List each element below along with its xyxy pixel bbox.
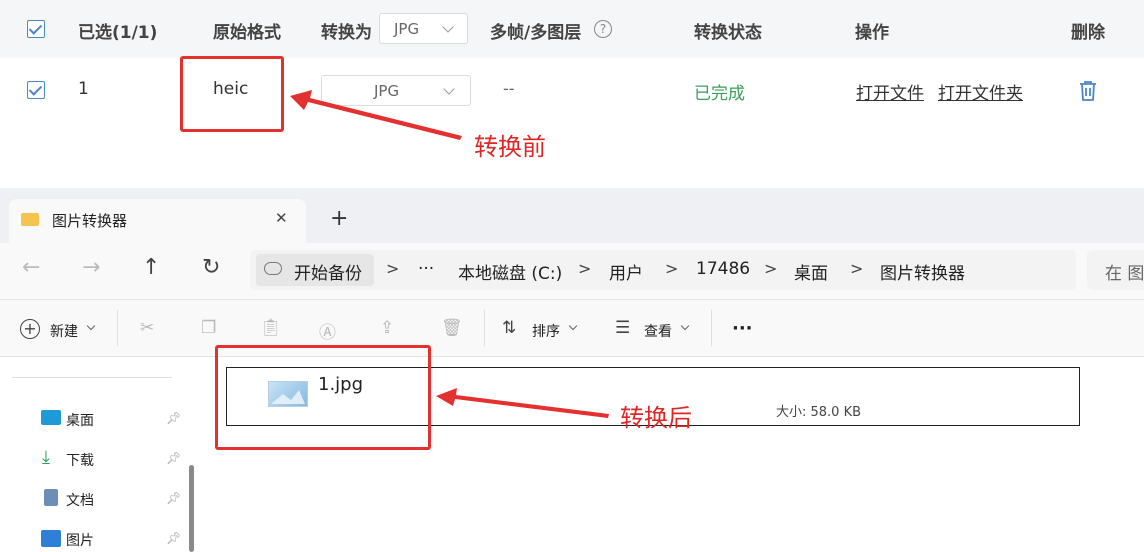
crumb-users[interactable]: 用户 [609, 259, 643, 284]
toolbar-divider [117, 310, 118, 346]
open-folder-link[interactable]: 打开文件夹 [938, 79, 1023, 104]
header-selected: 已选(1/1) [78, 23, 158, 43]
header-convert-to: 转换为 [321, 23, 372, 43]
view-button[interactable]: 查看 [644, 321, 672, 341]
share-icon[interactable]: ⇪ [380, 318, 394, 338]
tab-title: 图片转换器 [52, 212, 128, 230]
close-tab-icon[interactable]: ✕ [275, 209, 288, 227]
desktop-icon [41, 410, 61, 425]
cut-icon[interactable]: ✂ [140, 318, 154, 338]
sidebar-item-downloads[interactable]: 下载 [66, 450, 94, 470]
crumb-separator: > [850, 259, 864, 278]
row-status: 已完成 [694, 84, 745, 104]
after-arrow [436, 388, 609, 418]
more-options-icon[interactable]: ··· [732, 318, 753, 339]
back-icon[interactable]: ← [22, 255, 40, 280]
crumb-desktop[interactable]: 桌面 [794, 259, 828, 284]
help-icon[interactable]: ? [594, 20, 612, 38]
crumb-separator: > [665, 259, 679, 278]
header-original-format: 原始格式 [213, 23, 281, 43]
sidebar-item-documents[interactable]: 文档 [66, 490, 94, 510]
converter-file-row [0, 58, 1144, 188]
cloud-icon [264, 262, 282, 275]
crumb-current-folder[interactable]: 图片转换器 [880, 259, 965, 284]
up-icon[interactable]: ↑ [142, 255, 160, 280]
refresh-icon[interactable]: ↻ [202, 255, 220, 280]
sort-button[interactable]: 排序 [532, 321, 560, 341]
new-button[interactable]: 新建 [50, 321, 78, 341]
chevron-down-icon [442, 21, 454, 33]
crumb-local-disk[interactable]: 本地磁盘 (C:) [458, 259, 562, 284]
sidebar-item-desktop[interactable]: 桌面 [66, 410, 94, 430]
header-multiframe: 多帧/多图层 [490, 23, 582, 43]
sort-icon: ⇅ [502, 318, 517, 338]
search-placeholder: 在 图 [1105, 264, 1144, 284]
crumb-separator: > [386, 259, 400, 278]
nav-divider [12, 377, 172, 378]
rename-icon[interactable]: Ⓐ [319, 318, 336, 343]
crumb-separator: > [578, 259, 592, 278]
after-highlight-box [215, 345, 431, 450]
backup-button[interactable]: 开始备份 [256, 254, 374, 286]
pin-icon[interactable]: 📌︎ [166, 491, 181, 505]
paste-icon[interactable]: 📋︎ [260, 318, 282, 338]
view-icon: ☰ [615, 318, 631, 338]
crumb-ellipsis[interactable]: ··· [418, 259, 434, 279]
toolbar-divider [711, 310, 712, 346]
pin-icon[interactable]: 📌︎ [166, 531, 181, 545]
delete-icon[interactable] [1078, 80, 1098, 102]
before-arrow [290, 90, 462, 140]
document-icon [44, 489, 58, 506]
toolbar-divider [484, 310, 485, 346]
delete-file-icon[interactable]: 🗑︎ [441, 318, 463, 338]
row-index: 1 [78, 79, 89, 99]
before-label: 转换前 [474, 133, 546, 161]
global-format-select[interactable]: JPG [379, 13, 468, 44]
copy-icon[interactable]: ❐ [201, 318, 216, 338]
after-label: 转换后 [620, 404, 692, 432]
crumb-user-id[interactable]: 17486 [696, 259, 750, 279]
folder-icon [21, 213, 39, 226]
file-size: 大小: 58.0 KB [776, 405, 862, 420]
pictures-icon [41, 530, 61, 547]
backup-label: 开始备份 [294, 264, 362, 284]
select-all-checkbox[interactable] [27, 20, 45, 38]
sidebar-item-pictures[interactable]: 图片 [66, 530, 94, 550]
global-format-value: JPG [394, 19, 420, 38]
row-checkbox[interactable] [27, 81, 45, 99]
new-icon: + [20, 319, 40, 339]
open-file-link[interactable]: 打开文件 [856, 79, 924, 104]
before-highlight-box [180, 56, 284, 132]
nav-pane-scrollbar[interactable] [189, 465, 194, 552]
header-actions: 操作 [855, 23, 889, 43]
new-tab-icon[interactable]: + [330, 206, 348, 231]
explorer-tab[interactable]: 图片转换器 ✕ [9, 199, 306, 243]
forward-icon[interactable]: → [82, 255, 100, 280]
search-box[interactable]: 在 图 [1087, 250, 1144, 290]
header-delete: 删除 [1071, 23, 1105, 43]
pin-icon[interactable]: 📌︎ [166, 411, 181, 425]
header-status: 转换状态 [694, 23, 762, 43]
pin-icon[interactable]: 📌︎ [166, 451, 181, 465]
download-icon: ⤓ [42, 447, 50, 468]
crumb-separator: > [764, 259, 778, 278]
row-multiframe: -- [503, 79, 515, 98]
